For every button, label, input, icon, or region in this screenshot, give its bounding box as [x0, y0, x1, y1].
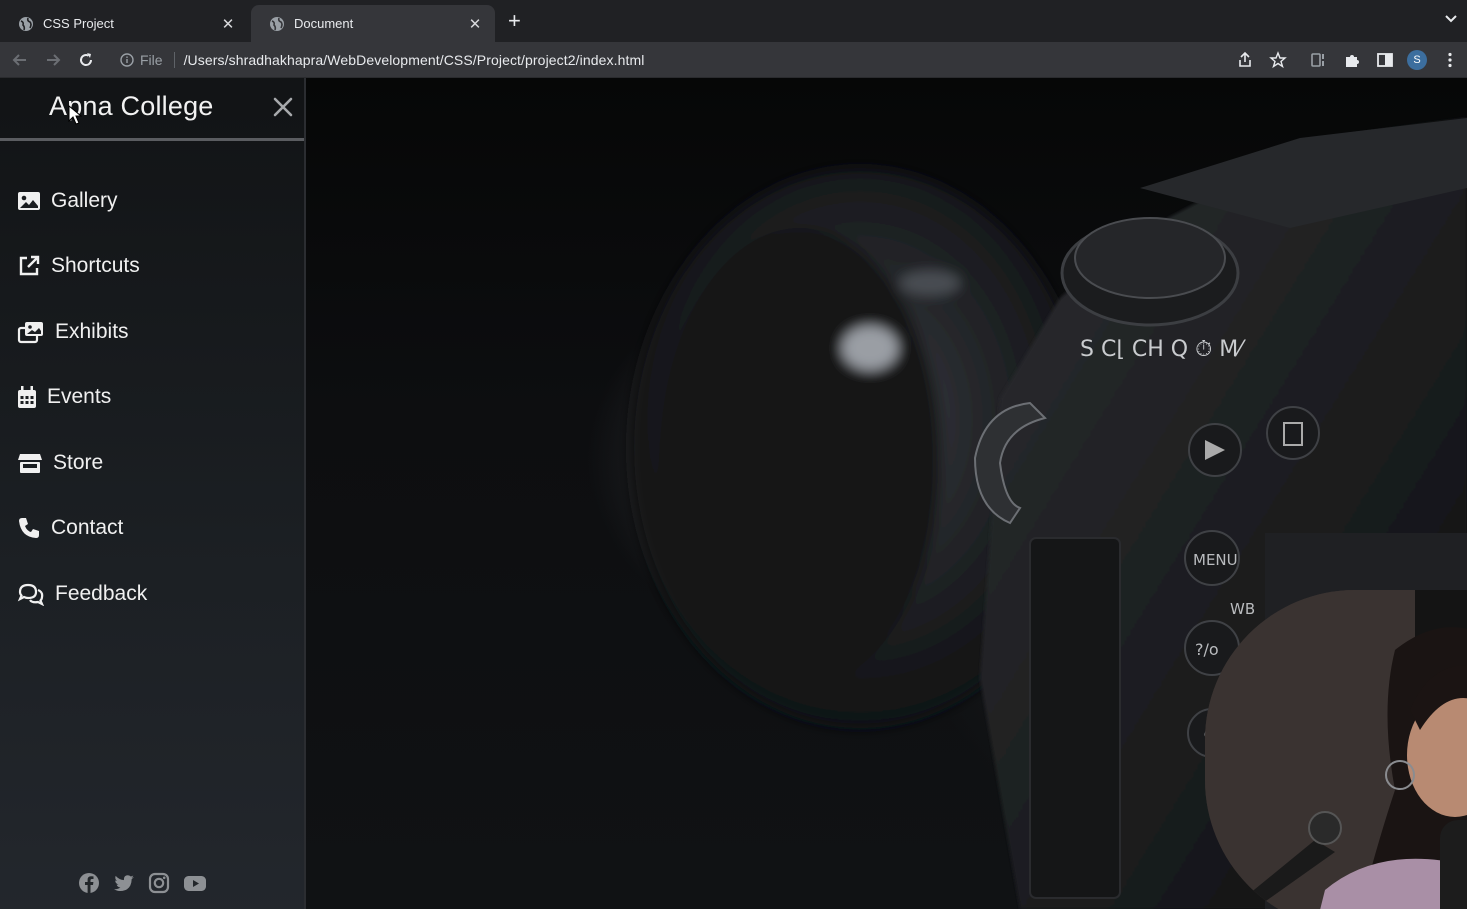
twitter-icon[interactable]: [113, 872, 135, 894]
social-links: [78, 872, 207, 894]
profile-avatar[interactable]: S: [1407, 50, 1427, 70]
reload-icon[interactable]: [76, 50, 96, 70]
sidebar-item-label: Store: [53, 450, 104, 474]
sidebar-header: Apna College: [0, 78, 304, 141]
svg-text:MENU: MENU: [1193, 551, 1238, 569]
svg-text:S C⌊ CH Q ⏱ M⁄: S C⌊ CH Q ⏱ M⁄: [1080, 337, 1246, 362]
photo-stack-icon: [17, 321, 43, 343]
tab-css-project[interactable]: CSS Project ✕: [0, 5, 248, 42]
sidebar-nav: Apna College Gallery Shortcuts Exhibits …: [0, 78, 306, 909]
sidebar-item-label: Contact: [51, 516, 124, 540]
sidebar-item-label: Feedback: [55, 581, 148, 605]
tab-label: CSS Project: [43, 16, 114, 31]
url-scheme: File: [140, 51, 163, 68]
sidebar-item-contact[interactable]: Contact: [0, 496, 306, 562]
svg-text:WB: WB: [1230, 600, 1255, 618]
sidebar-item-events[interactable]: Events: [0, 365, 306, 431]
sidebar-item-shortcuts[interactable]: Shortcuts: [0, 234, 306, 300]
tab-strip: CSS Project ✕ Document ✕ +: [0, 0, 1467, 42]
store-icon: [18, 453, 42, 473]
image-icon: [18, 191, 40, 210]
back-icon[interactable]: [10, 50, 30, 70]
comments-icon: [17, 583, 45, 606]
sidebar-item-store[interactable]: Store: [0, 430, 306, 496]
webcam-overlay-image: [1205, 590, 1467, 909]
facebook-icon[interactable]: [78, 872, 100, 894]
browser-toolbar: File /Users/shradhakhapra/WebDevelopment…: [0, 42, 1467, 78]
new-tab-button[interactable]: +: [508, 10, 521, 32]
phone-icon: [19, 518, 39, 539]
calendar-icon: [18, 386, 36, 409]
sidebar-item-label: Shortcuts: [51, 254, 140, 278]
url-text[interactable]: /Users/shradhakhapra/WebDevelopment/CSS/…: [184, 52, 645, 68]
sidebar-item-exhibits[interactable]: Exhibits: [0, 299, 306, 365]
close-icon[interactable]: [272, 96, 294, 118]
chevron-down-icon[interactable]: [1445, 14, 1457, 24]
forward-icon[interactable]: [43, 50, 63, 70]
sidebar-item-feedback[interactable]: Feedback: [0, 561, 306, 627]
globe-icon: [19, 16, 33, 31]
svg-text:?/o: ?/o: [1195, 640, 1219, 659]
tab-label: Document: [294, 16, 354, 31]
sidebar-item-label: Exhibits: [55, 319, 129, 343]
globe-icon: [270, 16, 284, 31]
info-icon[interactable]: [120, 52, 134, 67]
sidebar-item-label: Events: [47, 385, 112, 409]
more-icon[interactable]: [1441, 51, 1459, 69]
url-separator: [173, 51, 175, 68]
sidebar-item-gallery[interactable]: Gallery: [0, 168, 306, 234]
youtube-icon[interactable]: [183, 872, 207, 894]
close-tab-icon[interactable]: ✕: [220, 15, 236, 33]
sidebar-item-label: Gallery: [51, 188, 118, 212]
puzzle-icon[interactable]: [1343, 51, 1361, 69]
instagram-icon[interactable]: [148, 872, 170, 894]
external-link-icon: [19, 256, 40, 276]
page-viewport: S C⌊ CH Q ⏱ M⁄ MENU WB ?/o ⊕ Apna Colleg…: [0, 78, 1467, 909]
extension-icon[interactable]: [1310, 51, 1328, 69]
mouse-cursor-icon: [68, 105, 82, 125]
address-bar[interactable]: File /Users/shradhakhapra/WebDevelopment…: [108, 45, 1228, 74]
sidebar-menu: Gallery Shortcuts Exhibits Events Store …: [0, 168, 306, 627]
share-icon[interactable]: [1236, 51, 1254, 69]
sidepanel-icon[interactable]: [1376, 51, 1394, 69]
close-tab-icon[interactable]: ✕: [467, 15, 483, 33]
star-icon[interactable]: [1269, 51, 1287, 69]
tab-document[interactable]: Document ✕: [251, 5, 495, 42]
